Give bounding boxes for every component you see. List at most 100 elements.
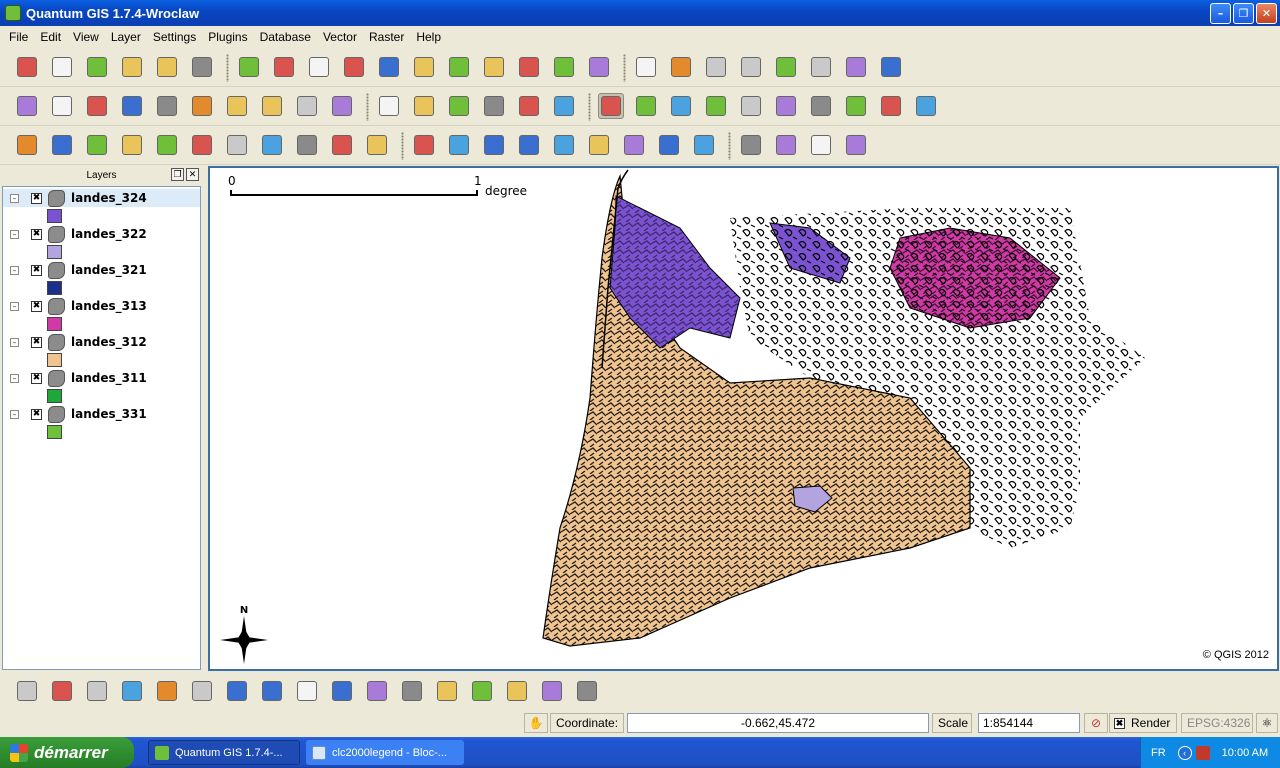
add-vector-icon[interactable] bbox=[236, 54, 262, 80]
layer-row[interactable]: – ✖ landes_324 bbox=[3, 189, 200, 207]
redo-icon[interactable] bbox=[49, 132, 75, 158]
menu-edit[interactable]: Edit bbox=[34, 30, 67, 44]
collapse-toggle-icon[interactable]: – bbox=[10, 337, 19, 347]
label-props-icon[interactable] bbox=[481, 93, 507, 119]
new-spatialite-layer-icon[interactable] bbox=[738, 132, 764, 158]
add-part-icon[interactable] bbox=[154, 93, 180, 119]
projection-icon[interactable]: ⚛ bbox=[1256, 713, 1278, 733]
menu-settings[interactable]: Settings bbox=[147, 30, 202, 44]
move-feature-icon[interactable] bbox=[703, 54, 729, 80]
scale-field[interactable]: 1:854144 bbox=[978, 713, 1080, 733]
menu-vector[interactable]: Vector bbox=[317, 30, 363, 44]
globe-icon[interactable] bbox=[586, 54, 612, 80]
crs-label[interactable]: EPSG:4326 bbox=[1181, 713, 1253, 733]
task-qgis[interactable]: Quantum GIS 1.7.4-... bbox=[148, 740, 300, 765]
zoom-out-icon[interactable] bbox=[668, 93, 694, 119]
minimize-button[interactable]: – bbox=[1210, 3, 1231, 24]
heatmap-icon[interactable] bbox=[399, 678, 425, 704]
simplify-icon[interactable] bbox=[224, 93, 250, 119]
menu-plugins[interactable]: Plugins bbox=[202, 30, 253, 44]
menu-help[interactable]: Help bbox=[410, 30, 447, 44]
zoom-next-icon[interactable] bbox=[878, 93, 904, 119]
layer-visibility-checkbox[interactable]: ✖ bbox=[31, 372, 42, 384]
reshape-icon[interactable] bbox=[119, 132, 145, 158]
menu-view[interactable]: View bbox=[67, 30, 105, 44]
split-icon[interactable] bbox=[259, 93, 285, 119]
pdf-tray-icon[interactable] bbox=[1195, 745, 1210, 760]
bookmark-show-icon[interactable] bbox=[656, 132, 682, 158]
pan-icon[interactable] bbox=[598, 93, 624, 119]
stretch-icon[interactable] bbox=[551, 93, 577, 119]
delete-ring-icon[interactable] bbox=[224, 132, 250, 158]
menu-database[interactable]: Database bbox=[254, 30, 317, 44]
layer-visibility-checkbox[interactable]: ✖ bbox=[31, 228, 42, 240]
remove-layer-icon[interactable] bbox=[446, 54, 472, 80]
layer-visibility-checkbox[interactable]: ✖ bbox=[31, 300, 42, 312]
add-ring-icon[interactable] bbox=[119, 93, 145, 119]
add-wfs-icon[interactable] bbox=[481, 54, 507, 80]
add-postgis-icon[interactable] bbox=[306, 54, 332, 80]
start-button[interactable]: démarrer bbox=[0, 737, 134, 768]
mouse-icon[interactable]: ✋ bbox=[524, 713, 548, 733]
layer-row[interactable]: – ✖ landes_312 bbox=[3, 333, 200, 351]
zoom-last-icon[interactable] bbox=[843, 93, 869, 119]
identify-icon[interactable] bbox=[411, 132, 437, 158]
render-checkbox[interactable]: ✖ bbox=[1114, 717, 1125, 729]
add-raster-icon[interactable] bbox=[271, 54, 297, 80]
coordinate-field[interactable]: -0.662,45.472 bbox=[627, 713, 929, 733]
add-wms-icon[interactable] bbox=[376, 54, 402, 80]
more-icon[interactable] bbox=[843, 132, 869, 158]
menu-file[interactable]: File bbox=[3, 30, 34, 44]
rotate-label-icon[interactable] bbox=[446, 93, 472, 119]
undo-icon[interactable] bbox=[14, 132, 40, 158]
collapse-toggle-icon[interactable]: – bbox=[10, 373, 19, 383]
north-arrow-icon[interactable] bbox=[294, 678, 320, 704]
toolbar-grip[interactable] bbox=[588, 93, 591, 121]
save-project-icon[interactable] bbox=[84, 54, 110, 80]
shape-edit-icon[interactable] bbox=[434, 678, 460, 704]
save-as-icon[interactable] bbox=[119, 54, 145, 80]
raster-terrain-icon[interactable] bbox=[189, 678, 215, 704]
menu-raster[interactable]: Raster bbox=[363, 30, 410, 44]
tray-chevron-icon[interactable]: ‹ bbox=[1177, 745, 1192, 760]
zoom-layer-icon[interactable] bbox=[773, 93, 799, 119]
copy-icon[interactable] bbox=[843, 54, 869, 80]
layer-row[interactable]: – ✖ landes_313 bbox=[3, 297, 200, 315]
rotate-icon[interactable] bbox=[154, 132, 180, 158]
collapse-toggle-icon[interactable]: – bbox=[10, 229, 19, 239]
merge-icon[interactable] bbox=[294, 93, 320, 119]
simplify-feature-icon[interactable] bbox=[189, 132, 215, 158]
gps-icon[interactable] bbox=[551, 54, 577, 80]
image-plugin-icon[interactable] bbox=[574, 678, 600, 704]
layer-visibility-checkbox[interactable]: ✖ bbox=[31, 336, 42, 348]
zoom-full-icon[interactable] bbox=[738, 93, 764, 119]
grass-vector-icon[interactable] bbox=[154, 678, 180, 704]
toolbar-grip[interactable] bbox=[623, 54, 626, 82]
print-icon[interactable] bbox=[189, 54, 215, 80]
spit-icon[interactable] bbox=[504, 678, 530, 704]
save-edits-icon[interactable] bbox=[668, 54, 694, 80]
toolbar-grip[interactable] bbox=[728, 132, 731, 160]
layer-visibility-checkbox[interactable]: ✖ bbox=[31, 192, 42, 204]
elephant-icon[interactable] bbox=[539, 678, 565, 704]
georeferencer-icon[interactable] bbox=[119, 678, 145, 704]
menu-layer[interactable]: Layer bbox=[105, 30, 147, 44]
task-notepad[interactable]: clc2000legend - Bloc-... bbox=[306, 740, 464, 765]
split-features-icon[interactable] bbox=[329, 132, 355, 158]
add-spatialite-icon[interactable] bbox=[341, 54, 367, 80]
map-canvas[interactable]: 0 1 degree N © QGIS 2012 bbox=[208, 166, 1279, 671]
zoom-native-icon[interactable] bbox=[703, 93, 729, 119]
node-tool-icon[interactable] bbox=[738, 54, 764, 80]
render-toggle[interactable]: ✖ Render bbox=[1109, 713, 1177, 733]
toolbar-grip[interactable] bbox=[226, 54, 229, 82]
d2s-icon[interactable] bbox=[84, 678, 110, 704]
text-annotation-icon[interactable] bbox=[691, 132, 717, 158]
layer-row[interactable]: – ✖ landes_322 bbox=[3, 225, 200, 243]
layer-info-icon[interactable] bbox=[773, 132, 799, 158]
capture-polygon-icon[interactable] bbox=[84, 93, 110, 119]
print-composer-icon[interactable] bbox=[154, 54, 180, 80]
pin-icon[interactable] bbox=[411, 93, 437, 119]
capture-point-icon[interactable] bbox=[14, 93, 40, 119]
add-mssql-icon[interactable] bbox=[516, 54, 542, 80]
language-indicator[interactable]: FR bbox=[1151, 747, 1166, 759]
